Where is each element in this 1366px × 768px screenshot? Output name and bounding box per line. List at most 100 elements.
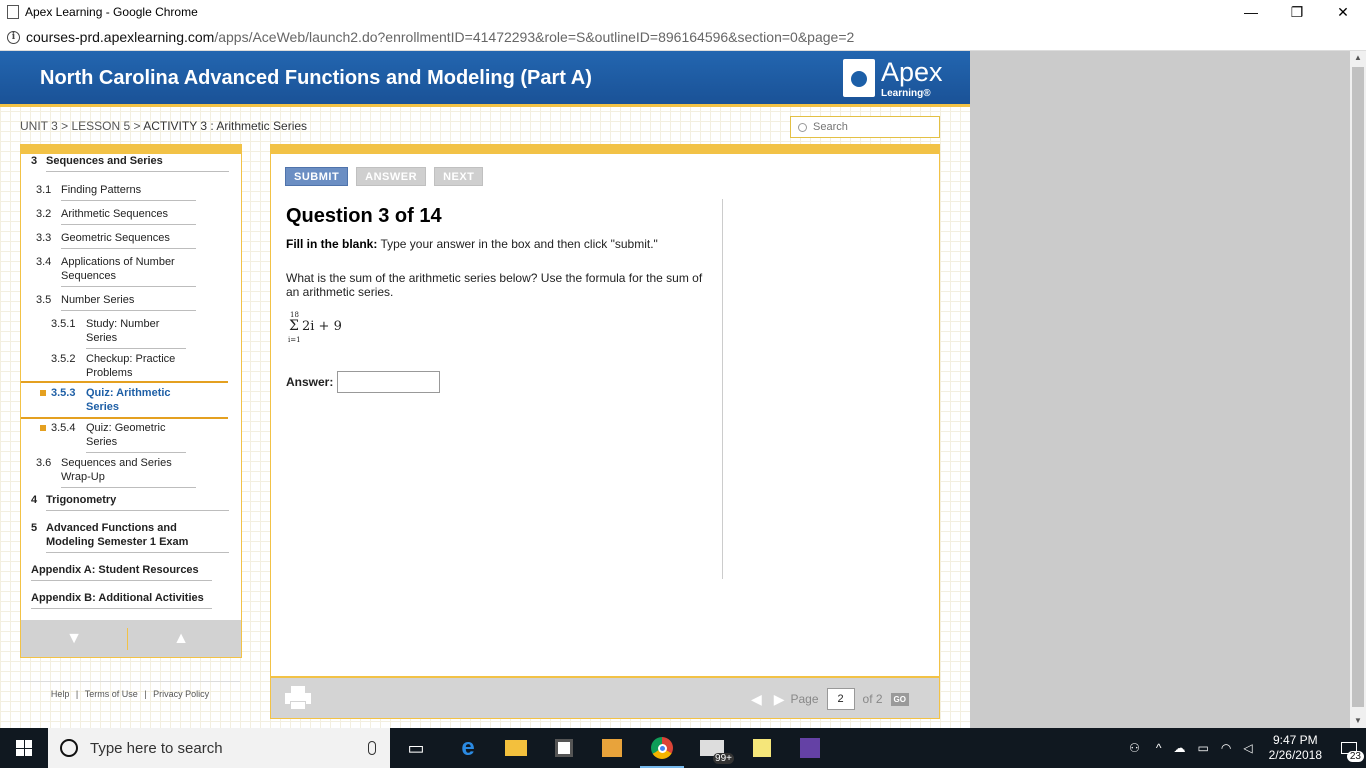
clock[interactable]: 9:47 PM 2/26/2018 <box>1269 733 1322 763</box>
nav-item-label: Arithmetic Sequences <box>61 208 168 220</box>
edge-icon[interactable]: e <box>454 734 482 762</box>
answer-input[interactable] <box>337 371 441 393</box>
taskbar-search[interactable]: Type here to search <box>48 728 390 768</box>
notification-count: 23 <box>1346 751 1364 762</box>
info-icon[interactable]: i <box>7 30 20 44</box>
terms-link[interactable]: Terms of Use <box>85 689 138 699</box>
close-button[interactable]: ✕ <box>1320 0 1366 24</box>
nav-item-label: Appendix A: Student Resources <box>31 564 199 576</box>
windows-logo-icon <box>16 740 32 756</box>
clock-date: 2/26/2018 <box>1268 748 1322 762</box>
breadcrumb-sep: > <box>130 119 144 133</box>
panel-divider <box>722 199 723 579</box>
next-button[interactable]: NEXT <box>434 167 484 186</box>
answer-button[interactable]: ANSWER <box>356 167 427 186</box>
scroll-up-button[interactable]: ▲ <box>128 620 234 657</box>
nav-item-label: Number Series <box>61 294 135 306</box>
page-viewport: North Carolina Advanced Functions and Mo… <box>0 51 1350 728</box>
page-icon <box>7 5 19 19</box>
people-icon[interactable]: ⚇ <box>1129 741 1140 755</box>
start-button[interactable] <box>0 728 48 768</box>
nav-item-number: 3.5.4 <box>51 422 76 434</box>
address-bar[interactable]: i courses-prd.apexlearning.com/apps/AceW… <box>0 24 1366 51</box>
summation-formula: 18 Σ i=1 2i + 9 <box>287 311 347 347</box>
notification-badge: 99+ <box>713 753 734 764</box>
breadcrumb-unit[interactable]: UNIT 3 <box>20 119 58 133</box>
microphone-icon[interactable] <box>368 741 376 755</box>
course-outline-sidebar: 3 Sequences and Series 3.1 Finding Patte… <box>20 144 242 658</box>
apex-logo[interactable]: Apex Learning® <box>843 57 943 101</box>
help-link[interactable]: Help <box>51 689 70 699</box>
task-view-icon[interactable]: ▭ <box>402 734 430 762</box>
url-host[interactable]: courses-prd.apexlearning.com <box>26 29 214 45</box>
media-player-icon[interactable] <box>598 734 626 762</box>
nav-item-label: Checkup: Practice Problems <box>86 353 176 379</box>
search-box[interactable] <box>790 116 940 138</box>
scroll-down-button[interactable]: ▼ <box>21 620 127 657</box>
page-margin-right <box>970 51 1350 728</box>
question-title: Question 3 of 14 <box>286 205 442 227</box>
footer-links: Help | Terms of Use | Privacy Policy <box>20 681 240 699</box>
nav-item-number: 3 <box>31 155 38 167</box>
scroll-down-arrow-icon[interactable]: ▼ <box>1350 714 1366 728</box>
twitch-icon[interactable] <box>796 734 824 762</box>
answer-label: Answer: <box>286 375 334 389</box>
breadcrumb-lesson[interactable]: LESSON 5 <box>71 119 130 133</box>
breadcrumb: UNIT 3 > LESSON 5 > ACTIVITY 3 : Arithme… <box>20 119 307 133</box>
breadcrumb-sep: > <box>57 119 72 133</box>
nav-item-label: Advanced Functions and Modeling Semester… <box>46 522 189 548</box>
next-page-icon[interactable]: ▶ <box>774 691 785 708</box>
onedrive-icon[interactable]: ☁ <box>1174 741 1186 755</box>
chevron-up-icon[interactable]: ^ <box>1156 741 1162 755</box>
question-prompt: What is the sum of the arithmetic series… <box>286 271 703 299</box>
window-title: Apex Learning - Google Chrome <box>25 5 198 19</box>
window-controls: — ❐ ✕ <box>1228 0 1366 24</box>
search-icon <box>798 122 807 132</box>
apex-logo-mark-icon <box>843 59 875 97</box>
scrollbar-thumb[interactable] <box>1352 67 1364 707</box>
go-button[interactable]: GO <box>890 692 909 706</box>
footer-sep: | <box>75 689 79 699</box>
store-icon[interactable] <box>550 734 578 762</box>
formula-expression: 2i + 9 <box>302 319 342 334</box>
page-label: Page <box>790 692 819 706</box>
nav-item-number: 3.5 <box>36 294 52 306</box>
nav-item-number: 4 <box>31 494 38 506</box>
bottom-bar: ◀ ▶ Page 2 of 2 GO <box>270 676 940 719</box>
sticky-notes-icon[interactable] <box>748 734 776 762</box>
volume-icon[interactable]: ◁ <box>1243 741 1252 755</box>
search-input[interactable] <box>813 121 933 133</box>
page-number-input[interactable]: 2 <box>826 688 855 710</box>
nav-item-label: Sequences and Series <box>46 155 163 167</box>
system-tray: ⚇ ^ ☁ ▭ ◠ ◁ 9:47 PM 2/26/2018 23 <box>1119 728 1366 768</box>
apex-logo-sub: Learning® <box>881 88 931 99</box>
submit-button[interactable]: SUBMIT <box>285 167 349 186</box>
nav-item-label: Trigonometry <box>46 494 117 506</box>
wifi-icon[interactable]: ◠ <box>1221 741 1231 755</box>
breadcrumb-current: ACTIVITY 3 : Arithmetic Series <box>143 119 308 133</box>
url-path[interactable]: /apps/AceWeb/launch2.do?enrollmentID=414… <box>214 29 854 45</box>
mail-app-icon[interactable]: 99+ <box>698 734 734 764</box>
instructions-label: Fill in the blank: <box>286 237 378 251</box>
prev-page-icon[interactable]: ◀ <box>751 691 762 708</box>
restore-button[interactable]: ❐ <box>1274 0 1320 24</box>
course-header: North Carolina Advanced Functions and Mo… <box>0 51 970 107</box>
window-titlebar: Apex Learning - Google Chrome — ❐ ✕ <box>0 0 1366 24</box>
arrow-up-icon: ▲ <box>173 629 189 647</box>
formula-lower-bound: i=1 <box>288 336 301 344</box>
arrow-down-icon: ▼ <box>66 629 82 647</box>
page-of-label: of 2 <box>862 692 883 706</box>
file-explorer-icon[interactable] <box>502 734 530 762</box>
minimize-button[interactable]: — <box>1228 0 1274 24</box>
action-center-icon[interactable]: 23 <box>1332 728 1366 768</box>
privacy-link[interactable]: Privacy Policy <box>153 689 209 699</box>
nav-item-number: 3.6 <box>36 457 52 469</box>
current-marker-icon <box>40 390 46 396</box>
battery-icon[interactable]: ▭ <box>1198 741 1209 755</box>
taskbar-search-text[interactable]: Type here to search <box>90 740 368 757</box>
page-scrollbar[interactable]: ▲ ▼ <box>1350 51 1366 728</box>
chrome-icon[interactable] <box>640 734 684 768</box>
scroll-up-arrow-icon[interactable]: ▲ <box>1350 51 1366 65</box>
print-icon[interactable] <box>285 686 311 710</box>
nav-item-number: 3.2 <box>36 208 52 220</box>
